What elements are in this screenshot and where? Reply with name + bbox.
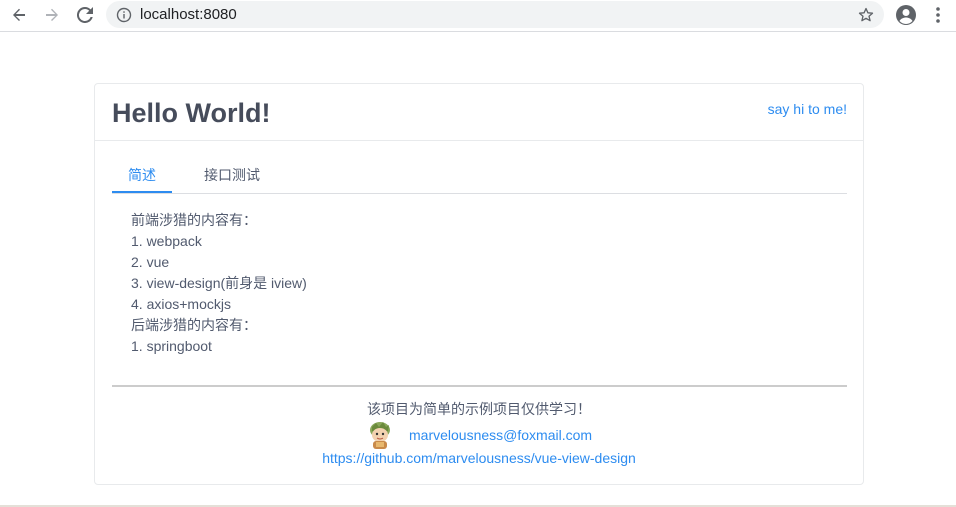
tab-overview[interactable]: 简述 [112, 166, 172, 192]
overview-content: 前端涉猎的内容有： 1. webpack 2. vue 3. view-desi… [131, 210, 307, 357]
card-header: Hello World! say hi to me! [95, 84, 863, 141]
avatar-icon [367, 421, 393, 449]
tab-api-test[interactable]: 接口测试 [204, 166, 260, 192]
footer-divider [112, 385, 847, 387]
account-icon[interactable] [895, 4, 917, 26]
tab-active-indicator [112, 191, 172, 193]
url-text: localhost:8080 [140, 6, 237, 23]
reload-icon[interactable] [73, 4, 97, 26]
content-line: 前端涉猎的内容有： [131, 212, 257, 228]
repo-link[interactable]: https://github.com/marvelousness/vue-vie… [95, 449, 863, 467]
star-icon[interactable] [856, 5, 876, 25]
back-arrow-icon[interactable] [7, 4, 31, 26]
page-title: Hello World! [112, 98, 271, 128]
content-line: 2. vue [131, 254, 170, 270]
browser-toolbar: localhost:8080 [0, 0, 956, 32]
address-bar[interactable]: localhost:8080 [106, 1, 884, 28]
content-line: 3. view-design(前身是 iview) [131, 275, 307, 291]
tab-bar: 简述 接口测试 [112, 166, 847, 194]
content-line: 后端涉猎的内容有： [131, 317, 257, 333]
content-line: 1. springboot [131, 338, 212, 354]
footer-note: 该项目为简单的示例项目仅供学习！ [367, 401, 591, 417]
main-card: Hello World! say hi to me! 简述 接口测试 前端涉猎的… [94, 83, 864, 485]
kebab-menu-icon[interactable] [930, 5, 946, 25]
forward-arrow-icon[interactable] [40, 4, 64, 26]
content-line: 1. webpack [131, 233, 202, 249]
say-hi-link[interactable]: say hi to me! [768, 101, 847, 117]
content-line: 4. axios+mockjs [131, 296, 231, 312]
contact-row: marvelousness@foxmail.com [365, 421, 615, 449]
info-icon[interactable] [115, 6, 132, 23]
email-link[interactable]: marvelousness@foxmail.com [409, 426, 592, 444]
